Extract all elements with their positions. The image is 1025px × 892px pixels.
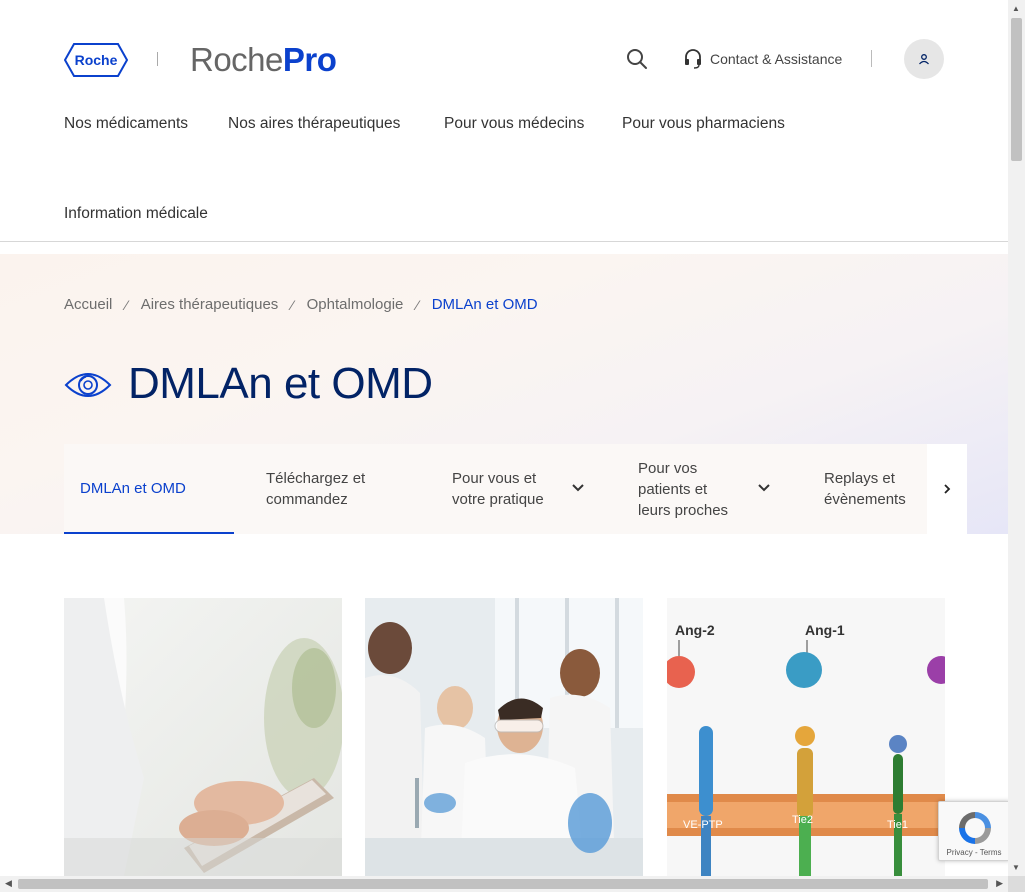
card-ang-tie-diagram[interactable]: Ang-2 Ang-1 VE-PTP Tie2 Tie1 [667, 598, 945, 876]
scroll-left-arrow-icon[interactable]: ◀ [5, 878, 12, 889]
recaptcha-terms-link[interactable]: Terms [980, 848, 1002, 857]
recaptcha-badge[interactable]: Privacy - Terms [938, 801, 1010, 861]
scroll-up-arrow-icon[interactable]: ▲ [1012, 4, 1020, 13]
breadcrumb-ophtalmologie[interactable]: Ophtalmologie [307, 296, 404, 313]
header-divider [871, 50, 872, 67]
chevron-down-icon [758, 484, 770, 492]
brand-suffix: Pro [282, 41, 337, 78]
tab-label: Replays et évènements [824, 470, 906, 508]
roche-logo-text: Roche [75, 52, 118, 68]
tab-dmlan-omd[interactable]: DMLAn et OMD [64, 444, 234, 534]
diagram-label-tie1: Tie1 [887, 819, 908, 831]
card-tablet-doctor[interactable] [64, 598, 342, 876]
vertical-scroll-thumb[interactable] [1011, 18, 1022, 161]
nav-item-medicaments[interactable]: Nos médicaments [64, 115, 188, 133]
tab-telechargez-commandez[interactable]: Téléchargez et commandez [266, 444, 406, 534]
breadcrumb-separator: ⁄ [125, 296, 128, 313]
tabs-scroll-right-button[interactable] [927, 444, 967, 534]
logo-divider [157, 52, 158, 66]
headset-icon [685, 49, 701, 69]
card-image-tablet [64, 598, 342, 876]
eye-icon [64, 373, 112, 397]
site-header: Roche RochePro Contact & Assistance Nos … [0, 0, 1008, 242]
breadcrumb-aires-therapeutiques[interactable]: Aires thérapeutiques [141, 296, 279, 313]
tab-label: Téléchargez et commandez [266, 470, 366, 508]
diagram-label-ang1: Ang-1 [805, 622, 845, 638]
tab-label: DMLAn et OMD [80, 479, 186, 497]
scroll-right-arrow-icon[interactable]: ▶ [996, 878, 1003, 889]
breadcrumb-separator: ⁄ [291, 296, 294, 313]
horizontal-scrollbar[interactable]: ◀ ▶ [0, 876, 1008, 892]
breadcrumb: Accueil ⁄ Aires thérapeutiques ⁄ Ophtalm… [64, 296, 538, 313]
diagram-label-ang2: Ang-2 [675, 622, 715, 638]
horizontal-scroll-thumb[interactable] [18, 879, 988, 889]
user-icon [919, 54, 929, 65]
card-image-lab [365, 598, 643, 876]
diagram-label-tie2: Tie2 [792, 814, 813, 826]
contact-assistance-link[interactable]: Contact & Assistance [684, 48, 842, 70]
card-lab-scientists[interactable] [365, 598, 643, 876]
tab-label: Pour vos patients et leurs proches [638, 459, 729, 519]
recaptcha-privacy-link[interactable]: Privacy [947, 848, 973, 857]
nav-item-aires-therapeutiques[interactable]: Nos aires thérapeutiques [228, 115, 400, 133]
brand-prefix: Roche [190, 41, 283, 78]
tab-label: Pour vous et votre pratique [452, 470, 544, 508]
card-image-receptor-diagram: Ang-2 Ang-1 VE-PTP Tie2 Tie1 [667, 598, 945, 876]
search-icon [627, 49, 647, 69]
diagram-label-veptp: VE-PTP [683, 819, 723, 831]
roche-logo[interactable]: Roche [64, 43, 128, 77]
nav-item-information-medicale[interactable]: Information médicale [64, 205, 208, 223]
recaptcha-links: Privacy - Terms [939, 848, 1009, 857]
nav-item-medecins[interactable]: Pour vous médecins [444, 115, 584, 133]
tab-pratique[interactable]: Pour vous et votre pratique [452, 444, 602, 534]
chevron-right-icon [944, 484, 951, 494]
rochepro-brand[interactable]: RochePro [190, 40, 337, 80]
search-button[interactable] [624, 46, 650, 72]
page-title: DMLAn et OMD [128, 359, 433, 408]
tab-replays-evenements[interactable]: Replays et évènements [824, 444, 924, 534]
breadcrumb-accueil[interactable]: Accueil [64, 296, 112, 313]
nav-item-pharmaciens[interactable]: Pour vous pharmaciens [622, 115, 785, 133]
scrollbar-corner [1008, 876, 1025, 892]
section-tabs: DMLAn et OMD Téléchargez et commandez Po… [64, 444, 967, 534]
breadcrumb-current: DMLAn et OMD [431, 296, 538, 313]
recaptcha-icon [959, 812, 991, 844]
tab-patients-proches[interactable]: Pour vos patients et leurs proches [638, 444, 788, 534]
contact-label: Contact & Assistance [710, 51, 843, 67]
recaptcha-separator: - [972, 848, 980, 857]
scroll-down-arrow-icon[interactable]: ▼ [1012, 863, 1020, 872]
chevron-down-icon [572, 484, 584, 492]
breadcrumb-separator: ⁄ [416, 296, 419, 313]
account-button[interactable] [904, 39, 944, 79]
vertical-scrollbar[interactable]: ▲ ▼ [1008, 0, 1025, 876]
